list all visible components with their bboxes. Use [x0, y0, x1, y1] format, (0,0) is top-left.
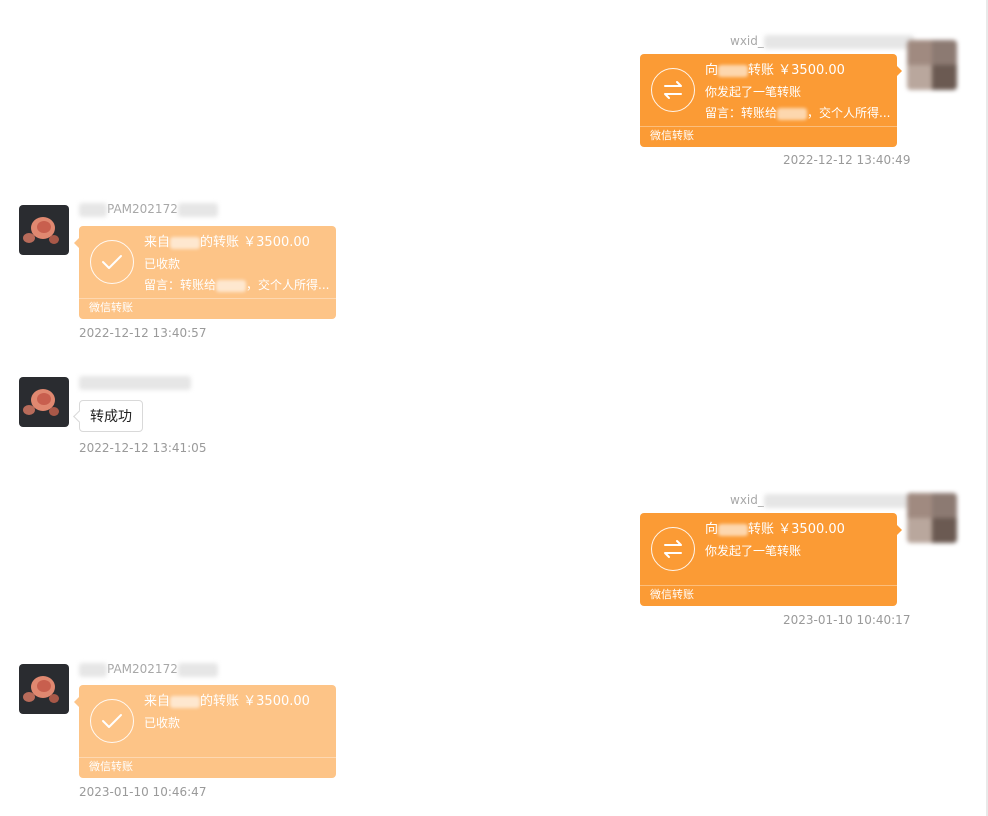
- sender-name: PAM202172: [79, 660, 218, 678]
- sender-name: wxid_: [730, 32, 914, 50]
- card-footer-label: 微信转账: [89, 301, 133, 314]
- sender-name: wxid_: [730, 491, 914, 509]
- card-footer-label: 微信转账: [89, 760, 133, 773]
- transfer-title: 向转账 ￥3500.00: [705, 522, 845, 537]
- checkmark-icon: [90, 240, 134, 284]
- card-footer-label: 微信转账: [650, 588, 694, 601]
- transfer-status: 已收款: [144, 257, 181, 271]
- avatar[interactable]: [19, 205, 69, 255]
- transfer-title: 来自 的转账 ￥3500.00: [144, 694, 310, 709]
- avatar[interactable]: [907, 40, 957, 90]
- text-message-content: 转成功: [90, 409, 132, 425]
- transfer-card[interactable]: 向转账 ￥3500.00 你发起了一笔转账 留言：转账给 ，交个人所得... 微信…: [640, 54, 902, 147]
- transfer-note: 留言：转账给 ，交个人所得...: [144, 278, 330, 292]
- transfer-status: 你发起了一笔转账: [705, 85, 802, 99]
- transfer-title: 向转账 ￥3500.00: [705, 63, 845, 78]
- message-timestamp: 2023-01-10 10:40:17: [783, 613, 911, 627]
- sender-name: [79, 373, 191, 391]
- message-timestamp: 2022-12-12 13:41:05: [79, 441, 207, 455]
- sender-name: PAM202172: [79, 200, 218, 218]
- transfer-arrows-icon: [651, 68, 695, 112]
- avatar[interactable]: [19, 664, 69, 714]
- message-timestamp: 2022-12-12 13:40:57: [79, 326, 207, 340]
- avatar[interactable]: [19, 377, 69, 427]
- transfer-arrows-icon: [651, 527, 695, 571]
- transfer-note: 留言：转账给 ，交个人所得...: [705, 106, 891, 120]
- transfer-status: 你发起了一笔转账: [705, 544, 802, 558]
- avatar[interactable]: [907, 493, 957, 543]
- transfer-status: 已收款: [144, 716, 181, 730]
- transfer-card[interactable]: 来自 的转账 ￥3500.00 已收款 留言：转账给 ，交个人所得... 微信转账: [74, 226, 336, 319]
- transfer-card[interactable]: 向转账 ￥3500.00 你发起了一笔转账 微信转账: [640, 513, 902, 606]
- message-timestamp: 2022-12-12 13:40:49: [783, 153, 911, 167]
- text-message-bubble[interactable]: 转成功: [73, 400, 143, 432]
- transfer-card[interactable]: 来自 的转账 ￥3500.00 已收款 微信转账: [74, 685, 336, 778]
- message-timestamp: 2023-01-10 10:46:47: [79, 785, 207, 799]
- transfer-title: 来自 的转账 ￥3500.00: [144, 235, 310, 250]
- card-footer-label: 微信转账: [650, 129, 694, 142]
- checkmark-icon: [90, 699, 134, 743]
